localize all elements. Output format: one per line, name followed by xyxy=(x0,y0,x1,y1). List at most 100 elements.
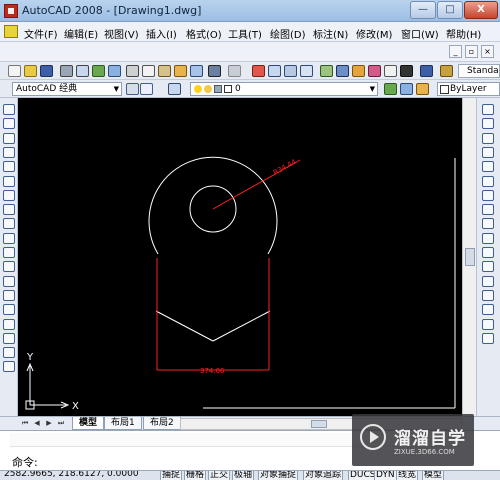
zoom-window-icon[interactable] xyxy=(284,65,297,77)
tab-layout2[interactable]: 布局2 xyxy=(143,417,181,430)
document-icon[interactable] xyxy=(4,25,18,38)
hatch-icon[interactable] xyxy=(3,304,15,316)
ellipse-icon[interactable] xyxy=(3,232,15,244)
tab-next-icon[interactable]: ▶ xyxy=(44,419,54,429)
rectangle-icon[interactable] xyxy=(3,161,15,173)
minimize-button[interactable]: — xyxy=(410,1,436,19)
lineweight-toggle[interactable]: 线宽 xyxy=(396,471,419,480)
menu-insert[interactable]: 插入(I) xyxy=(146,26,177,41)
mirror-icon[interactable] xyxy=(482,132,494,144)
doc-minimize-button[interactable]: _ xyxy=(449,45,462,58)
layer-manager-icon[interactable] xyxy=(168,83,181,95)
break-at-point-icon[interactable] xyxy=(482,261,494,273)
arc-icon[interactable] xyxy=(3,175,15,187)
pan-icon[interactable] xyxy=(252,65,265,77)
layer-state-icon[interactable] xyxy=(416,83,429,95)
polygon-icon[interactable] xyxy=(3,146,15,158)
otrack-toggle[interactable]: 对象追踪 xyxy=(303,471,344,480)
block-editor-icon[interactable] xyxy=(190,65,203,77)
workspace-select[interactable]: AutoCAD 经典 ▼ xyxy=(12,82,122,96)
point-icon[interactable] xyxy=(3,289,15,301)
scale-icon[interactable] xyxy=(482,204,494,216)
tab-last-icon[interactable]: ⏭ xyxy=(56,419,66,429)
menu-tools[interactable]: 工具(T) xyxy=(228,26,262,41)
move-icon[interactable] xyxy=(482,175,494,187)
menu-dimension[interactable]: 标注(N) xyxy=(313,26,348,41)
offset-icon[interactable] xyxy=(482,146,494,158)
erase-icon[interactable] xyxy=(482,104,494,115)
redo-icon[interactable] xyxy=(228,65,241,77)
layer-previous-icon[interactable] xyxy=(400,83,413,95)
help-icon[interactable] xyxy=(420,65,433,77)
dyn-toggle[interactable]: DYN xyxy=(374,471,397,480)
menu-format[interactable]: 格式(O) xyxy=(186,26,222,41)
print-icon[interactable] xyxy=(60,65,73,77)
menu-edit[interactable]: 编辑(E) xyxy=(64,26,98,41)
zoom-previous-icon[interactable] xyxy=(300,65,313,77)
color-control-select[interactable]: ByLayer xyxy=(437,82,500,96)
copy-object-icon[interactable] xyxy=(482,118,494,130)
menu-view[interactable]: 视图(V) xyxy=(104,26,139,41)
chamfer-icon[interactable] xyxy=(482,304,494,316)
join-icon[interactable] xyxy=(482,289,494,301)
tab-model[interactable]: 模型 xyxy=(72,417,105,430)
publish-icon[interactable] xyxy=(92,65,105,77)
command-prompt[interactable]: 命令: xyxy=(12,454,38,470)
tool-palettes-icon[interactable] xyxy=(352,65,365,77)
maximize-button[interactable]: □ xyxy=(437,1,463,19)
make-current-layer-icon[interactable] xyxy=(384,83,397,95)
horizontal-scroll-thumb[interactable] xyxy=(311,420,327,428)
model-space-toggle[interactable]: 模型 xyxy=(422,471,445,480)
trim-icon[interactable] xyxy=(482,232,494,244)
insert-block-icon[interactable] xyxy=(3,261,15,273)
table-icon[interactable] xyxy=(3,347,15,359)
quickcalc-icon[interactable] xyxy=(400,65,413,77)
grid-toggle[interactable]: 栅格 xyxy=(184,471,207,480)
cut-icon[interactable] xyxy=(126,65,139,77)
workspace-options-icon[interactable] xyxy=(140,83,153,95)
autocad-app-icon[interactable] xyxy=(4,4,18,18)
drawing-canvas[interactable]: R34.44 374.06 Y X xyxy=(18,98,462,416)
menu-file[interactable]: 文件(F) xyxy=(24,26,58,41)
snap-toggle[interactable]: 捕捉 xyxy=(160,471,183,480)
polyline-icon[interactable] xyxy=(3,132,15,144)
gradient-icon[interactable] xyxy=(3,318,15,330)
publish-web-icon[interactable] xyxy=(108,65,121,77)
stretch-icon[interactable] xyxy=(482,218,494,230)
construction-line-icon[interactable] xyxy=(3,118,15,130)
spline-icon[interactable] xyxy=(3,218,15,230)
array-icon[interactable] xyxy=(482,161,494,173)
revision-cloud-icon[interactable] xyxy=(3,204,15,216)
break-icon[interactable] xyxy=(482,275,494,287)
menu-modify[interactable]: 修改(M) xyxy=(356,26,392,41)
open-folder-icon[interactable] xyxy=(24,65,37,77)
layer-select[interactable]: 0 ▼ xyxy=(190,82,378,96)
design-center-icon[interactable] xyxy=(336,65,349,77)
match-properties-icon[interactable] xyxy=(174,65,187,77)
close-button[interactable]: X xyxy=(464,1,498,19)
extend-icon[interactable] xyxy=(482,247,494,258)
multiline-text-icon[interactable] xyxy=(3,361,15,373)
vertical-scrollbar[interactable] xyxy=(462,98,476,416)
markup-icon[interactable] xyxy=(384,65,397,77)
text-style-icon[interactable] xyxy=(440,65,453,77)
doc-restore-button[interactable]: ▫ xyxy=(465,45,478,58)
sheet-set-icon[interactable] xyxy=(368,65,381,77)
line-tool-icon[interactable] xyxy=(3,104,15,115)
menu-window[interactable]: 窗口(W) xyxy=(401,26,439,41)
ellipse-arc-icon[interactable] xyxy=(3,247,15,258)
properties-icon[interactable] xyxy=(320,65,333,77)
osnap-toggle[interactable]: 对象捕捉 xyxy=(258,471,299,480)
fillet-icon[interactable] xyxy=(482,318,494,330)
zoom-realtime-icon[interactable] xyxy=(268,65,281,77)
tab-layout1[interactable]: 布局1 xyxy=(104,417,142,430)
make-block-icon[interactable] xyxy=(3,275,15,287)
circle-icon[interactable] xyxy=(3,189,15,201)
tab-first-icon[interactable]: ⏮ xyxy=(20,419,30,429)
polar-toggle[interactable]: 极轴 xyxy=(232,471,255,480)
explode-icon[interactable] xyxy=(482,332,494,344)
paste-icon[interactable] xyxy=(158,65,171,77)
menu-help[interactable]: 帮助(H) xyxy=(446,26,481,41)
workspace-settings-icon[interactable] xyxy=(126,83,139,95)
doc-close-button[interactable]: × xyxy=(481,45,494,58)
